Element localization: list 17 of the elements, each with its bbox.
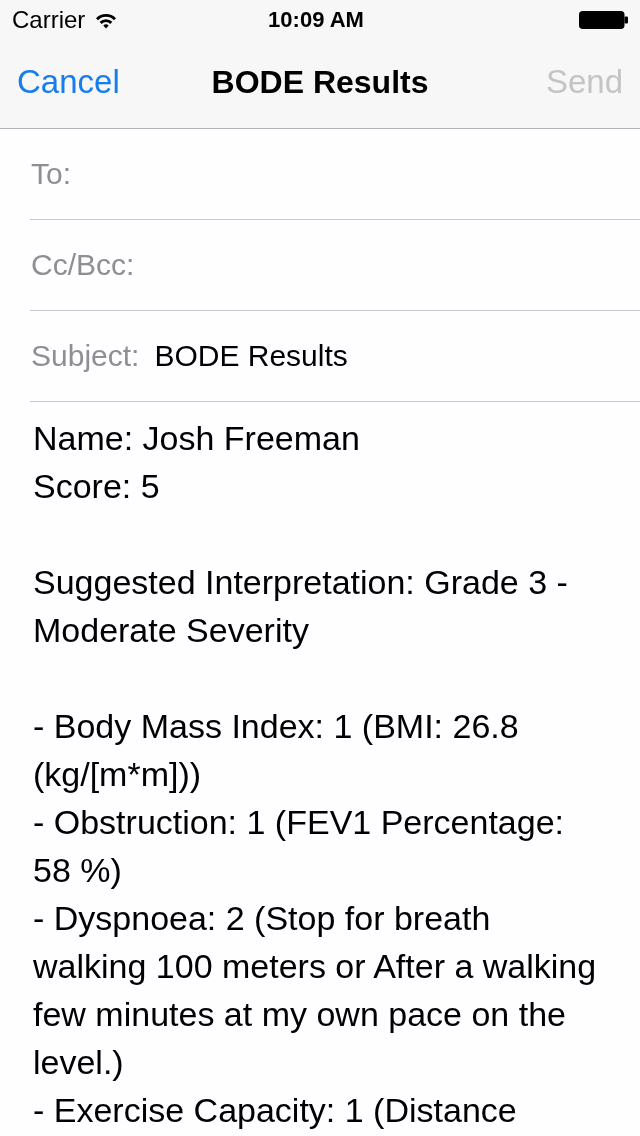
message-text: - Body Mass Index: 1 (BMI: 26.8 (kg/[m*m])) (33, 706, 520, 795)
message-text: Name: Josh Freeman (33, 418, 361, 459)
field-label: Cc/Bcc: (31, 248, 135, 282)
wifi-icon (95, 11, 118, 29)
message-text: - Dyspnoea: 2 (Stop for breath walking 100 meters or After a walking few minutes at my own pace on the level.) (33, 898, 598, 1083)
battery-icon (579, 11, 628, 29)
field-label: Subject: (31, 339, 140, 373)
carrier-name: Carrier (12, 6, 86, 34)
message-text: - Exercise Capacity: 1 (Distance (33, 1090, 518, 1131)
message-text: Suggested Interpretation: Grade 3 - Moderate Severity (33, 562, 569, 651)
message-text: Score: 5 (33, 466, 161, 507)
message-text: - Obstruction: 1 (FEV1 Percentage: 58 %) (33, 802, 566, 891)
nav-title: BODE Results (211, 63, 429, 101)
field-label: To: (31, 157, 72, 191)
status-time: 10:09 AM (268, 7, 364, 33)
cancel-button[interactable]: Cancel (17, 63, 120, 101)
input-field[interactable]: BODE Results (154, 334, 640, 378)
